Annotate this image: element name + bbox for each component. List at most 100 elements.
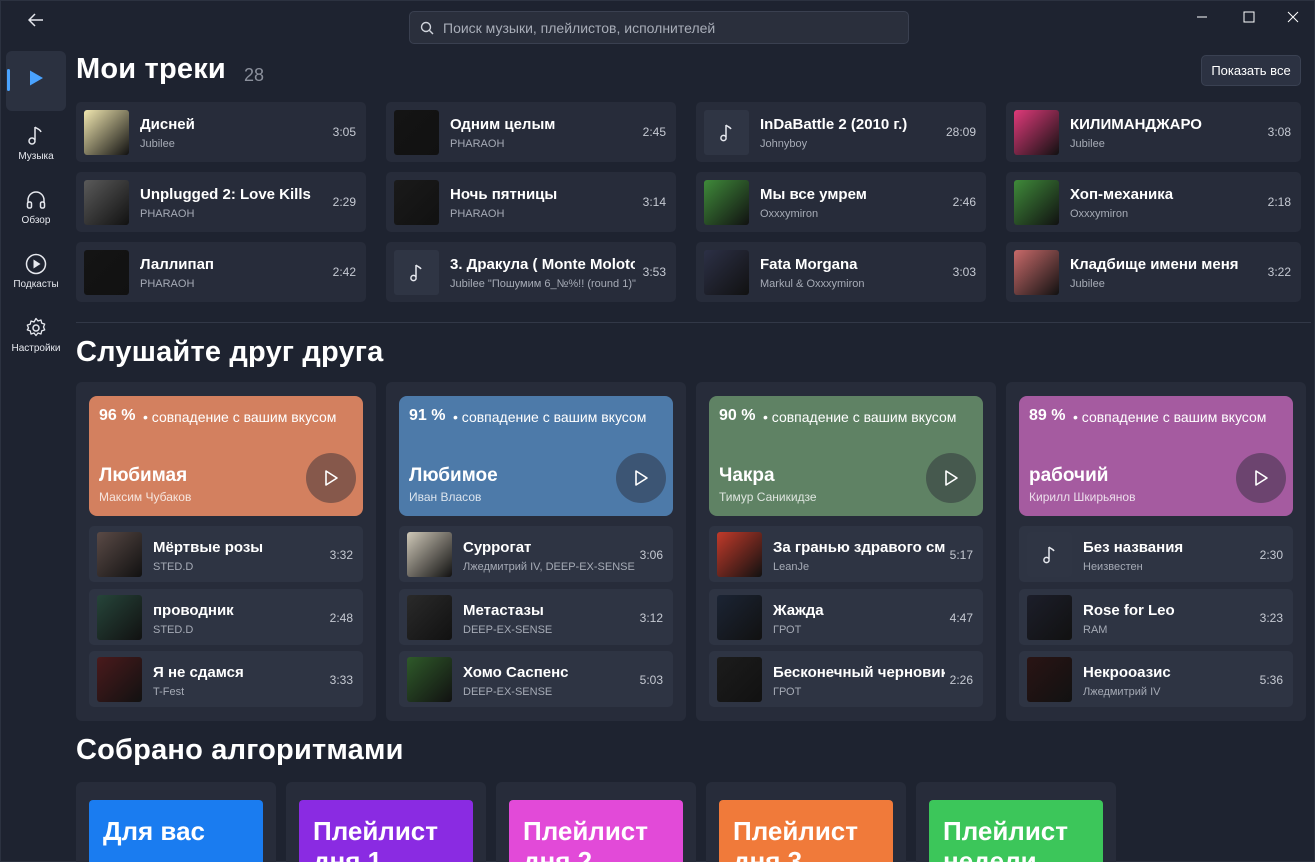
track-item[interactable]: Кладбище имени меня Jubilee 3:22 (1006, 242, 1301, 302)
playlist-owner: Тимур Саникидзе (719, 490, 817, 504)
track-item[interactable]: InDaBattle 2 (2010 г.) Johnyboy 28:09 (696, 102, 986, 162)
album-cover (1014, 110, 1059, 155)
music-note-icon (409, 263, 422, 281)
sidebar-item-label: Обзор (21, 215, 51, 226)
playlist-owner: Максим Чубаков (99, 490, 192, 504)
album-cover (84, 110, 129, 155)
playlist-title: Плейлист недели (943, 816, 1068, 862)
friend-playlist-header[interactable]: 90 % • совпадение с вашим вкусом Чакра Тиму… (709, 396, 983, 516)
match-percent: 96 % (99, 407, 136, 424)
track-title: Rose for Leo (1083, 602, 1175, 619)
track-title: Метастазы (463, 602, 544, 619)
album-cover (704, 110, 749, 155)
track-item[interactable]: КИЛИМАНДЖАРО Jubilee 3:08 (1006, 102, 1301, 162)
track-artist: DEEP-EX-SENSE (463, 686, 553, 698)
track-title: За гранью здравого смысла (773, 539, 945, 556)
track-item[interactable]: Хоп-механика Oxxxymiron 2:18 (1006, 172, 1301, 232)
minimize-button[interactable] (1179, 5, 1225, 29)
playlist-name: Чакра (719, 465, 775, 486)
track-item[interactable]: Одним целым PHARAOH 2:45 (386, 102, 676, 162)
track-item[interactable]: Бесконечный черновик ГРОТ 2:26 (709, 651, 983, 707)
track-item[interactable]: Хомо Саспенс DEEP-EX-SENSE 5:03 (399, 651, 673, 707)
track-duration: 5:17 (949, 548, 973, 562)
track-artist: Markul & Oxxxymiron (760, 278, 865, 290)
album-cover (1014, 250, 1059, 295)
track-item[interactable]: Без названия Неизвестен 2:30 (1019, 526, 1293, 582)
sidebar-item-play[interactable] (6, 69, 66, 87)
sidebar-item-music[interactable]: Музыка (6, 125, 66, 162)
track-item[interactable]: Метастазы DEEP-EX-SENSE 3:12 (399, 589, 673, 645)
track-item[interactable]: Некрооазис Лжедмитрий IV 5:36 (1019, 651, 1293, 707)
album-cover (84, 180, 129, 225)
track-item[interactable]: Fata Morgana Markul & Oxxxymiron 3:03 (696, 242, 986, 302)
podcast-play-icon (25, 253, 47, 275)
track-item[interactable]: Unplugged 2: Love Kills PHARAOH 2:29 (76, 172, 366, 232)
match-label: • совпадение с вашим вкусом (143, 409, 337, 425)
track-item[interactable]: Дисней Jubilee 3:05 (76, 102, 366, 162)
close-button[interactable] (1270, 5, 1315, 29)
playlist-name: Любимое (409, 465, 498, 486)
playlist-title-line: дня 1 (313, 846, 383, 862)
play-icon (945, 470, 958, 486)
track-duration: 2:48 (329, 611, 353, 625)
friend-playlist-card: 91 % • совпадение с вашим вкусом Любимое Ив… (386, 382, 686, 721)
sidebar-item-settings[interactable]: Настройки (6, 317, 66, 354)
track-title: Бесконечный черновик (773, 664, 945, 681)
track-item[interactable]: Я не сдамся T-Fest 3:33 (89, 651, 363, 707)
track-item[interactable]: Суррогат Лжедмитрий IV, DEEP-EX-SENSE 3:06 (399, 526, 673, 582)
app-window: Поиск музыки, плейлистов, исполнителей М… (0, 0, 1315, 862)
track-title: Хомо Саспенс (463, 664, 569, 681)
sidebar-item-podcasts[interactable]: Подкасты (6, 253, 66, 290)
music-note-icon (719, 123, 732, 141)
track-title: 3. Дракула ( Monte Molotov Remix) (450, 256, 635, 273)
friend-playlist-header[interactable]: 91 % • совпадение с вашим вкусом Любимое Ив… (399, 396, 673, 516)
play-button[interactable] (926, 453, 976, 503)
album-cover (1027, 595, 1072, 640)
track-item[interactable]: Мы все умрем Oxxxymiron 2:46 (696, 172, 986, 232)
album-cover (394, 110, 439, 155)
track-item[interactable]: Ночь пятницы PHARAOH 3:14 (386, 172, 676, 232)
play-icon (1255, 470, 1268, 486)
search-input[interactable]: Поиск музыки, плейлистов, исполнителей (409, 11, 909, 44)
track-title: Мёртвые розы (153, 539, 264, 556)
friend-playlist-card: 89 % • совпадение с вашим вкусом рабочий Ки… (1006, 382, 1306, 721)
track-item[interactable]: проводник STED.D 2:48 (89, 589, 363, 645)
track-duration: 3:03 (952, 265, 976, 279)
playlist-title-line: дня 3 (733, 846, 803, 862)
track-item[interactable]: За гранью здравого смысла LeanJe 5:17 (709, 526, 983, 582)
algorithm-playlist-card[interactable]: Для вас (76, 782, 276, 862)
track-artist: Jubilee "Пошумим 6_№%!! (round 1)" (450, 278, 636, 290)
play-button[interactable] (616, 453, 666, 503)
sidebar-item-browse[interactable]: Обзор (6, 189, 66, 226)
friend-playlist-header[interactable]: 96 % • совпадение с вашим вкусом Любимая Ма… (89, 396, 363, 516)
show-all-button[interactable]: Показать все (1201, 55, 1301, 86)
playlist-title-line: недели (943, 846, 1037, 862)
track-artist: PHARAOH (450, 208, 505, 220)
album-cover (407, 595, 452, 640)
back-button[interactable] (23, 9, 49, 31)
track-title: Fata Morgana (760, 256, 858, 273)
album-cover (97, 657, 142, 702)
algorithm-playlist-card[interactable]: Плейлист дня 3 (706, 782, 906, 862)
track-item[interactable]: Жажда ГРОТ 4:47 (709, 589, 983, 645)
track-item[interactable]: Мёртвые розы STED.D 3:32 (89, 526, 363, 582)
play-button[interactable] (306, 453, 356, 503)
track-title: Без названия (1083, 539, 1184, 556)
maximize-button[interactable] (1226, 5, 1272, 29)
track-artist: Johnyboy (760, 138, 808, 150)
track-item[interactable]: 3. Дракула ( Monte Molotov Remix) Jubilee… (386, 242, 676, 302)
track-title: Ночь пятницы (450, 186, 558, 203)
algorithm-playlist-card[interactable]: Плейлист дня 2 (496, 782, 696, 862)
track-item[interactable]: Rose for Leo RAM 3:23 (1019, 589, 1293, 645)
track-item[interactable]: Лаллипап PHARAOH 2:42 (76, 242, 366, 302)
algorithm-playlist-card[interactable]: Плейлист дня 1 (286, 782, 486, 862)
playlist-owner: Кирилл Шкирьянов (1029, 490, 1136, 504)
track-duration: 3:53 (642, 265, 666, 279)
track-duration: 3:14 (642, 195, 666, 209)
track-artist: LeanJe (773, 561, 810, 573)
play-button[interactable] (1236, 453, 1286, 503)
headphones-icon (26, 191, 46, 209)
algorithm-playlist-card[interactable]: Плейлист недели (916, 782, 1116, 862)
track-title: Дисней (140, 116, 195, 133)
friend-playlist-header[interactable]: 89 % • совпадение с вашим вкусом рабочий Ки… (1019, 396, 1293, 516)
